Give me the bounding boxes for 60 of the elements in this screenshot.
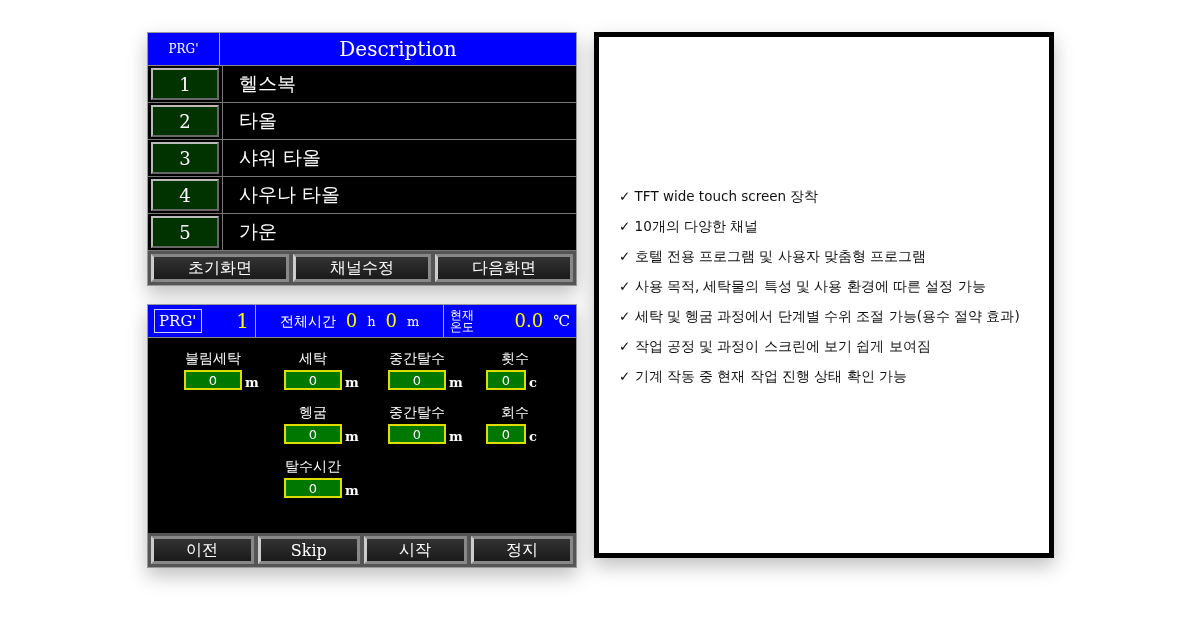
field-label: 세탁 bbox=[298, 350, 328, 368]
hours-value: 0 bbox=[345, 312, 358, 330]
feature-item: ✓ 사용 목적, 세탁물의 특성 및 사용 환경에 따른 설정 가능 bbox=[619, 277, 987, 296]
field-label: 탈수시간 bbox=[284, 458, 342, 476]
field-label: 헹굼 bbox=[298, 404, 328, 422]
field-label: 중간탈수 bbox=[388, 404, 446, 422]
program-label: PRG' bbox=[154, 309, 202, 333]
screen-button[interactable]: 이전 bbox=[151, 536, 254, 564]
feature-item: ✓ 호텔 전용 프로그램 및 사용자 맞춤형 프로그램 bbox=[619, 247, 928, 266]
program-number-button[interactable]: 1 bbox=[151, 68, 219, 100]
screen-button[interactable]: Skip bbox=[257, 536, 360, 564]
field-label: 중간탈수 bbox=[388, 350, 446, 368]
value-field[interactable]: 0 bbox=[486, 424, 526, 444]
program-description: 헬스복 bbox=[239, 71, 296, 96]
field-label: 불림세탁 bbox=[184, 350, 242, 368]
value-field[interactable]: 0 bbox=[388, 370, 446, 390]
screen-button[interactable]: 초기화면 bbox=[151, 254, 289, 282]
program-number-button[interactable]: 5 bbox=[151, 216, 219, 248]
program-description: 사우나 타올 bbox=[239, 182, 341, 207]
feature-item: ✓ 10개의 다양한 채널 bbox=[619, 217, 760, 236]
unit-label: m bbox=[449, 429, 463, 444]
feature-item: ✓ 세탁 및 헹굼 과정에서 단계별 수위 조절 가능(용수 절약 효과) bbox=[619, 307, 1021, 326]
temperature-unit: ℃ bbox=[553, 313, 570, 329]
screen-button[interactable]: 채널수정 bbox=[293, 254, 431, 282]
minutes-unit: m bbox=[406, 314, 420, 328]
feature-item: ✓ 작업 공정 및 과정이 스크린에 보기 쉽게 보여짐 bbox=[619, 337, 932, 356]
value-field[interactable]: 0 bbox=[486, 370, 526, 390]
minutes-value: 0 bbox=[385, 312, 397, 330]
feature-item: ✓ 기계 작동 중 현재 작업 진행 상태 확인 가능 bbox=[619, 367, 908, 386]
hours-unit: h bbox=[367, 314, 376, 328]
temperature-label: 현재 온도 bbox=[450, 309, 474, 333]
program-description: 타올 bbox=[239, 108, 277, 133]
value-field[interactable]: 0 bbox=[284, 370, 342, 390]
program-number-button[interactable]: 4 bbox=[151, 179, 219, 211]
feature-item: ✓ TFT wide touch screen 장착 bbox=[619, 187, 820, 206]
unit-label: c bbox=[529, 375, 537, 390]
screen-button[interactable]: 정지 bbox=[470, 536, 573, 564]
unit-label: m bbox=[449, 375, 463, 390]
field-label: 회수 bbox=[500, 404, 530, 422]
screen-button[interactable]: 다음화면 bbox=[435, 254, 573, 282]
unit-label: m bbox=[345, 483, 359, 498]
value-field[interactable]: 0 bbox=[184, 370, 242, 390]
unit-label: m bbox=[345, 375, 359, 390]
program-number-button[interactable]: 3 bbox=[151, 142, 219, 174]
total-time-label: 전체시간 bbox=[279, 314, 336, 328]
unit-label: m bbox=[345, 429, 359, 444]
field-label: 횟수 bbox=[500, 350, 530, 368]
program-value: 1 bbox=[236, 311, 249, 331]
program-description: 가운 bbox=[239, 219, 277, 244]
screen-button[interactable]: 시작 bbox=[364, 536, 467, 564]
value-field[interactable]: 0 bbox=[284, 424, 342, 444]
column-heading: Description bbox=[339, 39, 457, 59]
value-field[interactable]: 0 bbox=[284, 478, 342, 498]
unit-label: c bbox=[529, 429, 537, 444]
column-heading: PRG' bbox=[168, 43, 199, 55]
temperature-value: 0.0 bbox=[514, 312, 544, 330]
value-field[interactable]: 0 bbox=[388, 424, 446, 444]
unit-label: m bbox=[245, 375, 259, 390]
program-description: 샤워 타올 bbox=[239, 145, 322, 170]
program-number-button[interactable]: 2 bbox=[151, 105, 219, 137]
